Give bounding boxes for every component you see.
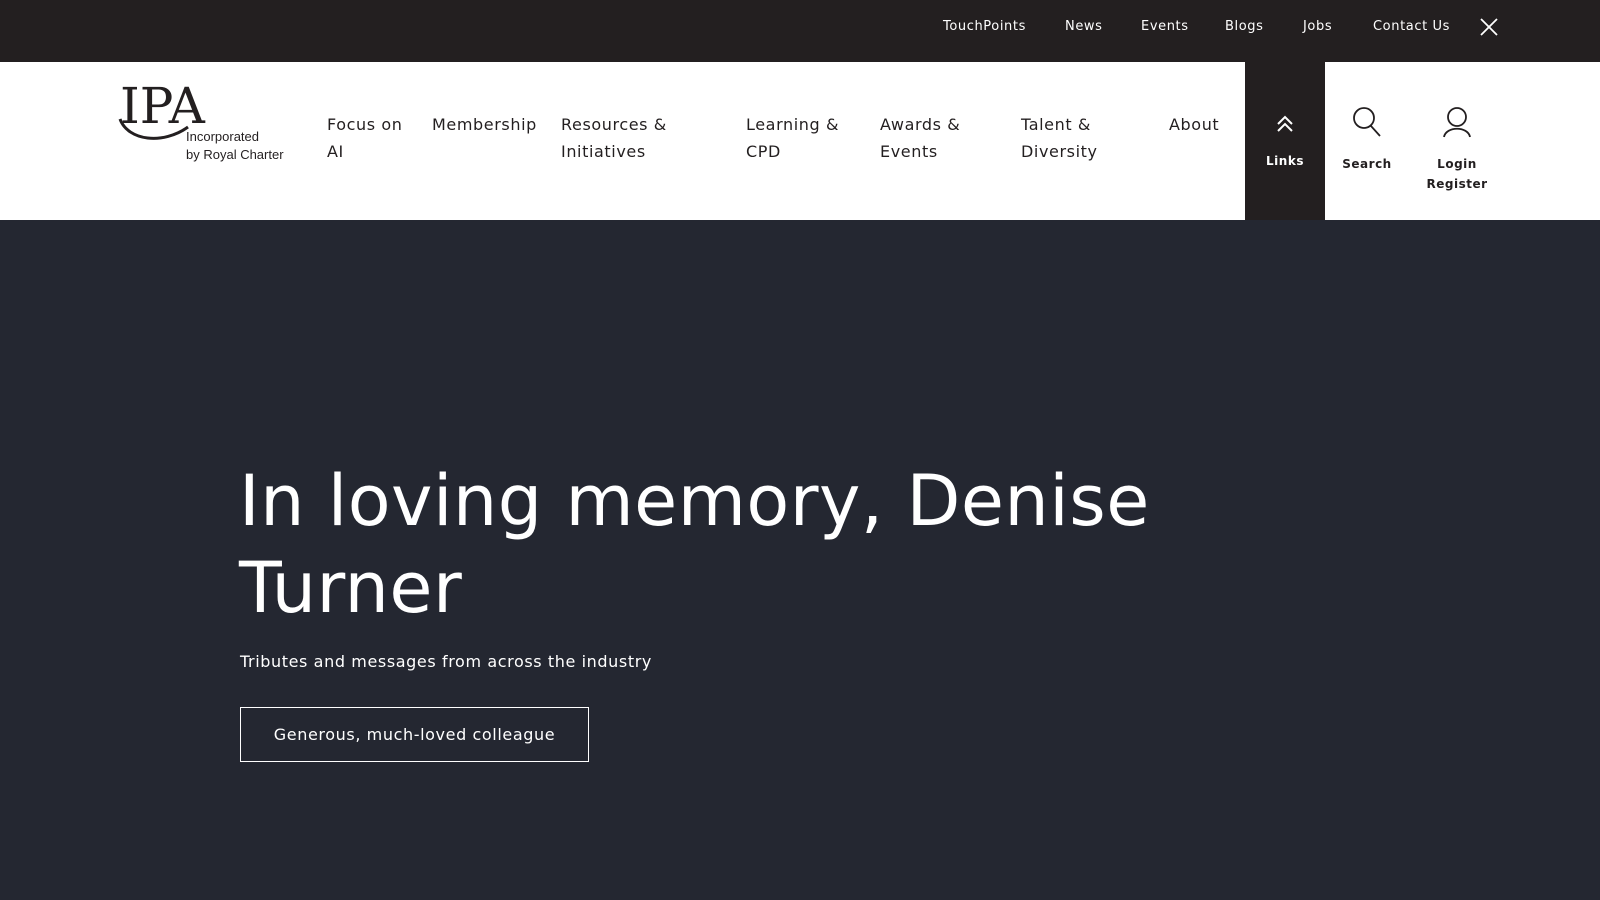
search-label: Search xyxy=(1342,157,1392,171)
close-icon[interactable] xyxy=(1479,17,1499,37)
user-icon xyxy=(1443,107,1471,138)
nav-item-talent-diversity[interactable]: Talent & Diversity xyxy=(1021,111,1098,165)
main-header: IPA Incorporated by Royal Charter Focus … xyxy=(0,62,1600,220)
hero-title: In loving memory, Denise Turner xyxy=(239,460,1150,629)
topbar-link-events[interactable]: Events xyxy=(1141,19,1189,34)
links-label: Links xyxy=(1266,154,1304,168)
search-icon xyxy=(1353,107,1381,137)
topbar-link-jobs[interactable]: Jobs xyxy=(1303,19,1332,34)
hero-cta-button[interactable]: Generous, much-loved colleague xyxy=(240,707,589,762)
register-label: Register xyxy=(1426,177,1488,191)
links-toggle-button[interactable]: Links xyxy=(1245,62,1325,220)
topbar-link-touchpoints[interactable]: TouchPoints xyxy=(943,19,1026,34)
login-label: Login xyxy=(1437,157,1477,171)
nav-item-about[interactable]: About xyxy=(1169,111,1219,138)
logo-mark-text: IPA xyxy=(120,79,206,135)
nav-item-focus-on-ai[interactable]: Focus on AI xyxy=(327,111,403,165)
hero-subtitle: Tributes and messages from across the in… xyxy=(240,652,652,671)
topbar-link-blogs[interactable]: Blogs xyxy=(1225,19,1264,34)
login-register-label: Login Register xyxy=(1417,154,1497,194)
login-register-button[interactable]: Login Register xyxy=(1417,62,1497,220)
nav-item-resources-initiatives[interactable]: Resources & Initiatives xyxy=(561,111,667,165)
topbar-link-news[interactable]: News xyxy=(1065,19,1103,34)
nav-item-membership[interactable]: Membership xyxy=(432,111,537,138)
logo-line-incorporated: Incorporated xyxy=(186,129,259,144)
nav-item-awards-events[interactable]: Awards & Events xyxy=(880,111,960,165)
top-utility-bar: TouchPoints News Events Blogs Jobs Conta… xyxy=(0,0,1600,62)
nav-item-learning-cpd[interactable]: Learning & CPD xyxy=(746,111,839,165)
topbar-link-contact-us[interactable]: Contact Us xyxy=(1373,19,1450,34)
logo-line-royal-charter: by Royal Charter xyxy=(186,147,284,162)
search-button[interactable]: Search xyxy=(1327,62,1407,220)
ipa-logo[interactable]: IPA Incorporated by Royal Charter xyxy=(118,77,290,163)
double-chevron-up-icon xyxy=(1277,115,1293,132)
